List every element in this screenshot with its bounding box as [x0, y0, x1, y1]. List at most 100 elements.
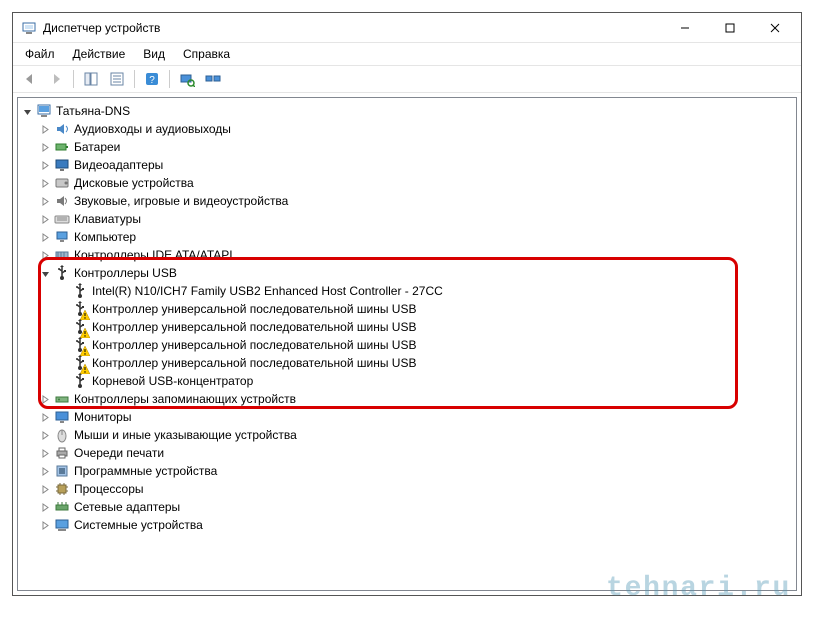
titlebar[interactable]: Диспетчер устройств	[13, 13, 801, 43]
tree-category-10[interactable]: Мониторы	[20, 408, 794, 426]
expand-icon[interactable]	[38, 176, 52, 190]
warning-overlay-icon	[80, 309, 90, 319]
node-label: Контроллер универсальной последовательно…	[92, 338, 416, 352]
printer-icon	[54, 445, 70, 461]
warning-overlay-icon	[80, 345, 90, 355]
cpu-icon	[54, 481, 70, 497]
menu-help[interactable]: Справка	[175, 45, 238, 63]
node-label: Компьютер	[74, 230, 136, 244]
node-label: Контроллеры IDE ATA/ATAPI	[74, 248, 233, 262]
expand-icon[interactable]	[38, 122, 52, 136]
toolbar-separator	[134, 70, 135, 88]
tree-category-15[interactable]: Сетевые адаптеры	[20, 498, 794, 516]
expander-spacer	[56, 320, 70, 334]
expand-icon[interactable]	[38, 158, 52, 172]
collapse-icon[interactable]	[20, 104, 34, 118]
menu-view[interactable]: Вид	[135, 45, 173, 63]
node-label: Intel(R) N10/ICH7 Family USB2 Enhanced H…	[92, 284, 443, 298]
tree-device-8-4[interactable]: Контроллер универсальной последовательно…	[20, 354, 794, 372]
expand-icon[interactable]	[38, 194, 52, 208]
tree-category-14[interactable]: Процессоры	[20, 480, 794, 498]
properties-button[interactable]	[106, 68, 128, 90]
storage-ctrl-icon	[54, 391, 70, 407]
expand-icon[interactable]	[38, 518, 52, 532]
nav-back-button[interactable]	[19, 68, 41, 90]
tree-category-5[interactable]: Клавиатуры	[20, 210, 794, 228]
show-hidden-button[interactable]	[202, 68, 224, 90]
expander-spacer	[56, 284, 70, 298]
sound-icon	[54, 193, 70, 209]
expand-icon[interactable]	[38, 410, 52, 424]
display-adapter-icon	[54, 157, 70, 173]
expand-icon[interactable]	[38, 482, 52, 496]
node-label: Клавиатуры	[74, 212, 141, 226]
tree-category-11[interactable]: Мыши и иные указывающие устройства	[20, 426, 794, 444]
keyboard-icon	[54, 211, 70, 227]
usb-icon	[72, 337, 88, 353]
device-tree[interactable]: Татьяна-DNS Аудиовходы и аудиовыходыБатар…	[17, 97, 797, 591]
tree-category-0[interactable]: Аудиовходы и аудиовыходы	[20, 120, 794, 138]
expand-icon[interactable]	[38, 428, 52, 442]
tree-device-8-3[interactable]: Контроллер универсальной последовательно…	[20, 336, 794, 354]
show-tree-button[interactable]	[80, 68, 102, 90]
usb-icon	[54, 265, 70, 281]
tree-device-8-2[interactable]: Контроллер универсальной последовательно…	[20, 318, 794, 336]
warning-overlay-icon	[80, 363, 90, 373]
tree-category-7[interactable]: Контроллеры IDE ATA/ATAPI	[20, 246, 794, 264]
warning-overlay-icon	[80, 327, 90, 337]
tree-category-12[interactable]: Очереди печати	[20, 444, 794, 462]
expand-icon[interactable]	[38, 212, 52, 226]
usb-icon	[72, 373, 88, 389]
node-label: Контроллеры USB	[74, 266, 177, 280]
node-label: Татьяна-DNS	[56, 104, 130, 118]
node-label: Сетевые адаптеры	[74, 500, 180, 514]
monitor-icon	[54, 409, 70, 425]
tree-category-8[interactable]: Контроллеры USB	[20, 264, 794, 282]
tree-device-8-1[interactable]: Контроллер универсальной последовательно…	[20, 300, 794, 318]
node-label: Системные устройства	[74, 518, 203, 532]
tree-category-9[interactable]: Контроллеры запоминающих устройств	[20, 390, 794, 408]
node-label: Контроллер универсальной последовательно…	[92, 302, 416, 316]
menu-action[interactable]: Действие	[65, 45, 134, 63]
tree-category-3[interactable]: Дисковые устройства	[20, 174, 794, 192]
battery-icon	[54, 139, 70, 155]
expand-icon[interactable]	[38, 500, 52, 514]
menu-file[interactable]: Файл	[17, 45, 63, 63]
toolbar-separator	[73, 70, 74, 88]
tree-category-6[interactable]: Компьютер	[20, 228, 794, 246]
tree-category-16[interactable]: Системные устройства	[20, 516, 794, 534]
expand-icon[interactable]	[38, 140, 52, 154]
help-button[interactable]: ?	[141, 68, 163, 90]
expand-icon[interactable]	[38, 248, 52, 262]
svg-text:?: ?	[149, 75, 155, 86]
tree-category-1[interactable]: Батареи	[20, 138, 794, 156]
tree-root[interactable]: Татьяна-DNS	[20, 102, 794, 120]
usb-icon	[72, 319, 88, 335]
computer-icon	[36, 103, 52, 119]
expand-icon[interactable]	[38, 446, 52, 460]
expander-spacer	[56, 338, 70, 352]
nav-forward-button[interactable]	[45, 68, 67, 90]
minimize-button[interactable]	[662, 14, 707, 42]
system-icon	[54, 517, 70, 533]
scan-hardware-button[interactable]	[176, 68, 198, 90]
tree-category-2[interactable]: Видеоадаптеры	[20, 156, 794, 174]
maximize-button[interactable]	[707, 14, 752, 42]
node-label: Программные устройства	[74, 464, 217, 478]
tree-category-4[interactable]: Звуковые, игровые и видеоустройства	[20, 192, 794, 210]
node-label: Процессоры	[74, 482, 144, 496]
expand-icon[interactable]	[38, 392, 52, 406]
node-label: Контроллеры запоминающих устройств	[74, 392, 296, 406]
disk-icon	[54, 175, 70, 191]
expand-icon[interactable]	[38, 464, 52, 478]
window-title: Диспетчер устройств	[43, 21, 662, 35]
audio-icon	[54, 121, 70, 137]
expand-icon[interactable]	[38, 230, 52, 244]
tree-device-8-0[interactable]: Intel(R) N10/ICH7 Family USB2 Enhanced H…	[20, 282, 794, 300]
expander-spacer	[56, 356, 70, 370]
app-icon	[21, 20, 37, 36]
close-button[interactable]	[752, 14, 797, 42]
collapse-icon[interactable]	[38, 266, 52, 280]
tree-device-8-5[interactable]: Корневой USB-концентратор	[20, 372, 794, 390]
tree-category-13[interactable]: Программные устройства	[20, 462, 794, 480]
